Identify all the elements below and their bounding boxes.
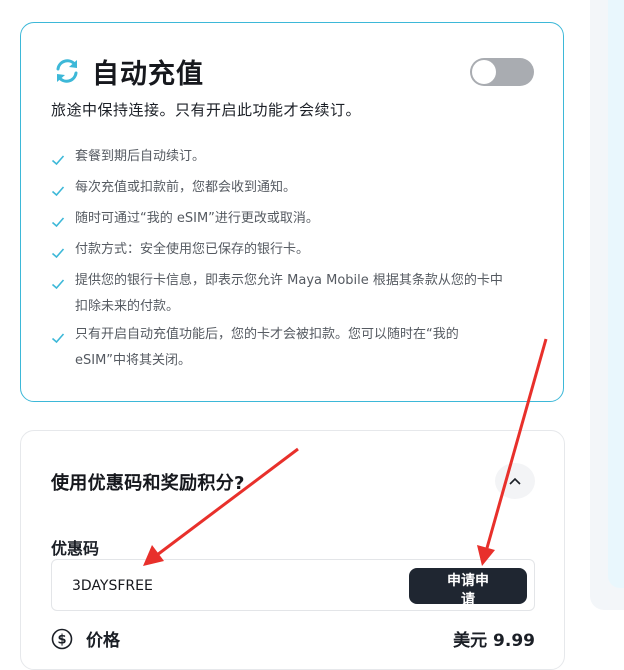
refresh-icon (56, 59, 78, 83)
dollar-icon: $ (51, 628, 73, 650)
feature-text: 每次充值或扣款前，您都会收到通知。 (75, 180, 297, 195)
auto-topup-header: 自动充值 (52, 55, 204, 90)
auto-topup-subtitle: 旅途中保持连接。只有开启此功能才会续订。 (51, 101, 362, 119)
check-icon (51, 186, 65, 197)
auto-topup-title: 自动充值 (92, 58, 204, 90)
feature-item: 每次充值或扣款前，您都会收到通知。 (51, 180, 296, 201)
feature-text: 随时可通过“我的 eSIM”进行更改或取消。 (75, 211, 319, 226)
price-label: 价格 (86, 631, 120, 651)
check-icon (51, 248, 65, 259)
chevron-up-icon (509, 477, 521, 485)
apply-button[interactable]: 申请申请 (409, 568, 527, 604)
toggle-knob[interactable] (472, 60, 496, 84)
promo-card: 使用优惠码和奖励积分? 优惠码 申请申请 $ 价格 美元 9.99 (20, 430, 565, 670)
svg-text:$: $ (57, 633, 66, 648)
feature-item: 套餐到期后自动续订。 (51, 149, 205, 170)
price-value: 美元 9.99 (453, 631, 535, 651)
promo-code-input[interactable] (70, 574, 374, 598)
feature-item: 只有开启自动充值功能后，您的卡才会被扣款。您可以随时在“我的 eSIM”中将其关… (51, 327, 491, 374)
check-icon (51, 217, 65, 228)
feature-item: 随时可通过“我的 eSIM”进行更改或取消。 (51, 211, 319, 232)
auto-topup-toggle[interactable] (470, 58, 534, 86)
side-panel-highlight (608, 0, 624, 588)
check-icon (51, 155, 65, 166)
feature-text: 只有开启自动充值功能后，您的卡才会被扣款。您可以随时在“我的 eSIM”中将其关… (75, 327, 459, 368)
auto-topup-card: 自动充值 旅途中保持连接。只有开启此功能才会续订。 套餐到期后自动续订。 每次充… (20, 22, 564, 402)
price-row: $ 价格 美元 9.99 (51, 625, 535, 653)
feature-text: 付款方式：安全使用您已保存的银行卡。 (75, 242, 310, 257)
feature-text: 提供您的银行卡信息，即表示您允许 Maya Mobile 根据其条款从您的卡中扣… (75, 273, 503, 314)
feature-text: 套餐到期后自动续订。 (75, 149, 206, 164)
feature-item: 付款方式：安全使用您已保存的银行卡。 (51, 242, 309, 263)
feature-item: 提供您的银行卡信息，即表示您允许 Maya Mobile 根据其条款从您的卡中扣… (51, 273, 511, 320)
promo-code-field: 申请申请 (51, 559, 535, 611)
check-icon (51, 279, 65, 290)
promo-code-label: 优惠码 (51, 539, 100, 558)
check-icon (51, 333, 65, 344)
promo-question: 使用优惠码和奖励积分? (51, 473, 245, 494)
collapse-button[interactable] (495, 463, 535, 499)
